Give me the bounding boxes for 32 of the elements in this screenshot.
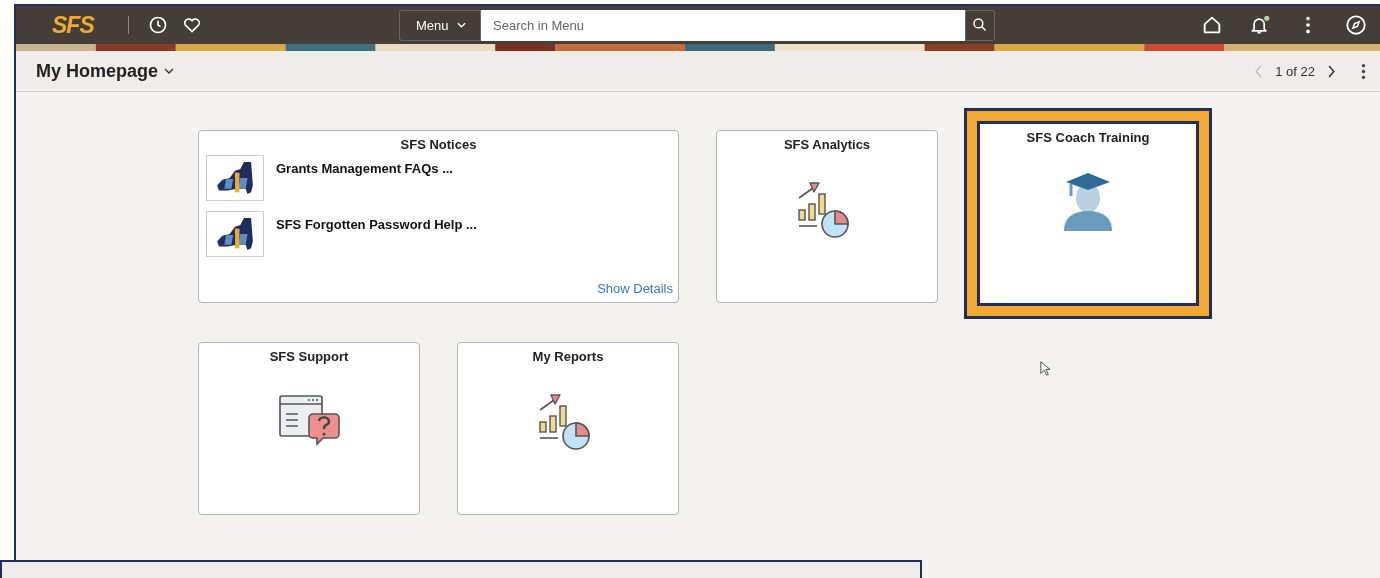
more-icon[interactable]	[1361, 62, 1366, 80]
tile-title: SFS Support	[269, 349, 349, 364]
home-icon[interactable]	[1201, 14, 1223, 36]
tile-title: My Reports	[532, 349, 604, 364]
page-title-dropdown[interactable]: My Homepage	[36, 60, 175, 82]
sfs-map-logo	[206, 155, 264, 201]
homepage-tile[interactable]: My Reports	[457, 342, 679, 515]
sfs-logo[interactable]: SFS	[52, 11, 100, 39]
show-details-link[interactable]: Show Details	[597, 281, 673, 296]
homepage-tile[interactable]: SFS Notices Grants Management FAQs ... SFS Forgotten Password Help ... Show Details	[198, 130, 679, 303]
notice-link[interactable]: SFS Forgotten Password Help ...	[276, 217, 477, 232]
search-icon	[972, 17, 988, 33]
tile-title: SFS Coach Training	[1026, 130, 1150, 145]
search-field[interactable]: Search in Menu	[481, 9, 965, 41]
notice-link[interactable]: Grants Management FAQs ...	[276, 161, 453, 176]
tile-title: SFS Notices	[399, 137, 478, 152]
mouse-cursor-icon	[1040, 361, 1050, 376]
tile-title: SFS Analytics	[783, 137, 871, 152]
bell-icon[interactable]	[1249, 14, 1271, 36]
chevron-down-icon	[456, 22, 466, 28]
search-button[interactable]	[965, 9, 995, 41]
clock-icon[interactable]	[148, 15, 168, 35]
sfs-map-logo	[206, 211, 264, 257]
homepage-tile[interactable]: SFS Support	[198, 342, 420, 515]
heart-icon[interactable]	[182, 15, 202, 35]
menu-dropdown-button[interactable]: Menu	[399, 9, 481, 41]
page-counter: 1 of 22	[1275, 63, 1315, 79]
chevron-down-icon	[164, 68, 175, 74]
compass-icon[interactable]	[1345, 14, 1367, 36]
homepage-tile[interactable]: SFS Analytics	[716, 130, 938, 303]
homepage-tile[interactable]: SFS Coach Training	[977, 121, 1199, 306]
next-page-icon[interactable]	[1327, 64, 1335, 78]
